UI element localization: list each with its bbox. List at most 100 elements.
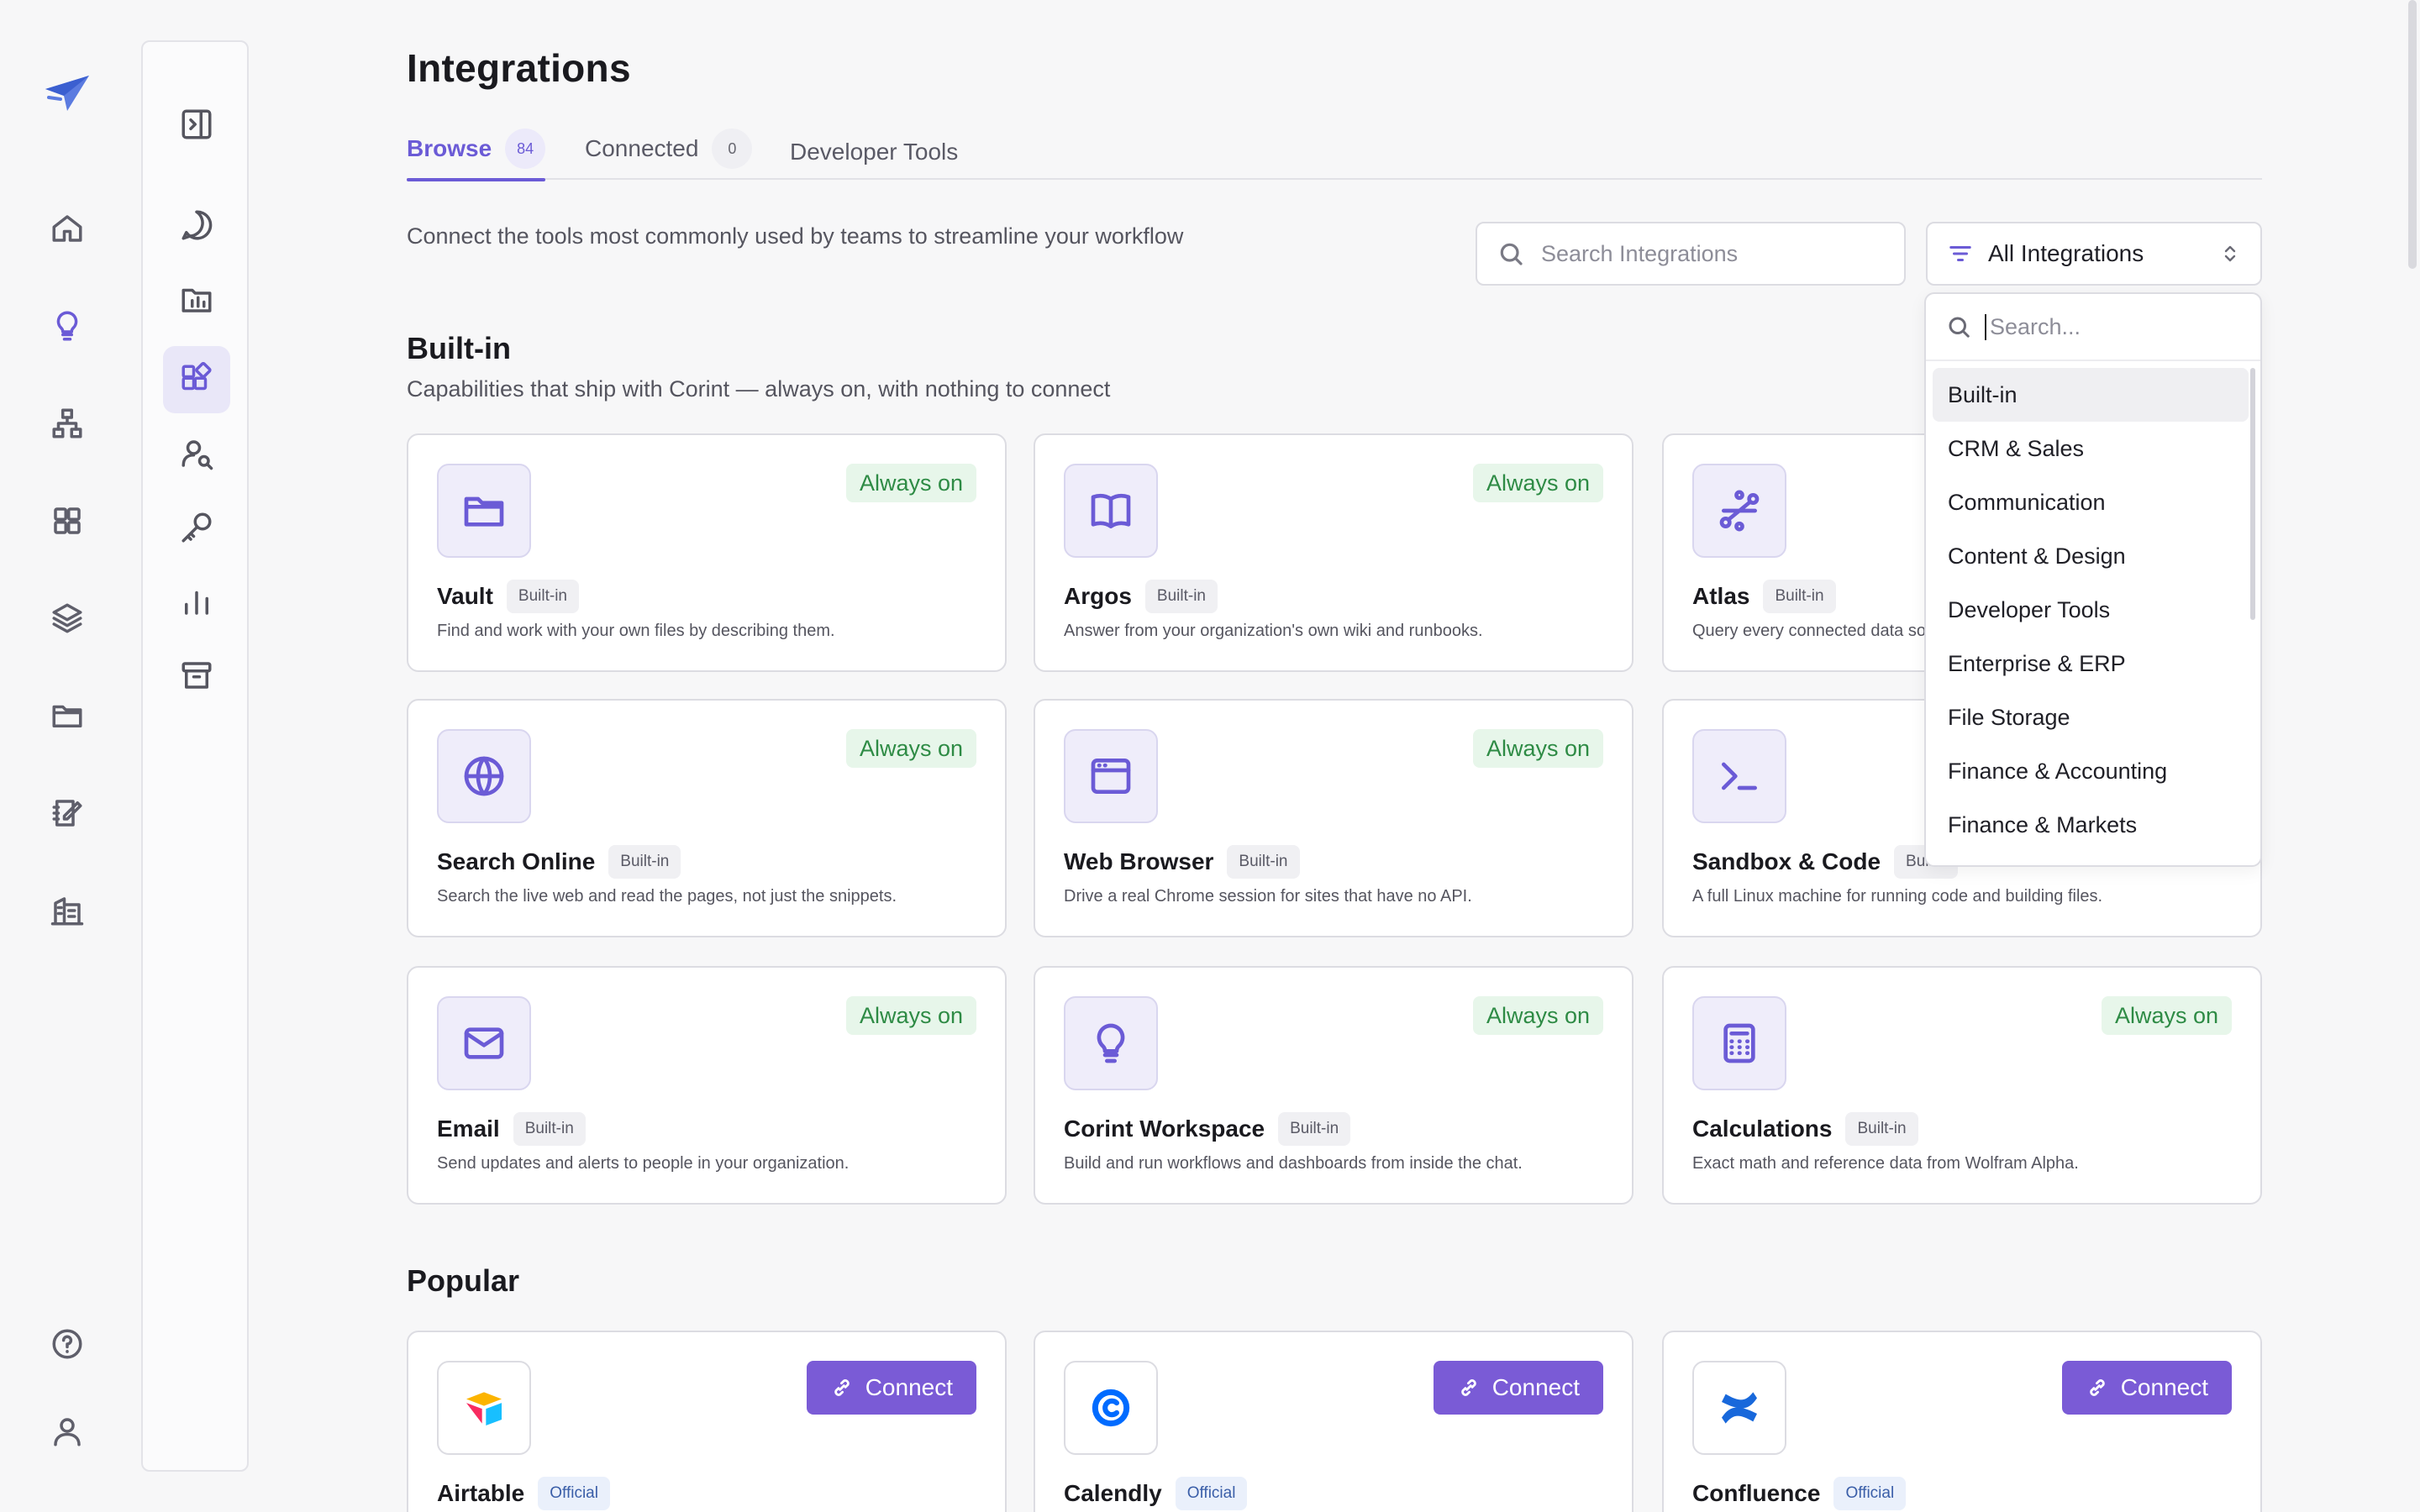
integration-description: Search the live web and read the pages, … — [437, 887, 897, 906]
lightbulb-icon[interactable] — [44, 302, 91, 349]
integration-card-web-browser[interactable]: Always on Web Browser Built-in Drive a re… — [1034, 699, 1634, 937]
dropdown-option[interactable]: CRM & Sales — [1933, 422, 2249, 475]
airtable-logo-icon — [437, 1361, 531, 1455]
integration-card-argos[interactable]: Always on Argos Built-in Answer from your… — [1034, 433, 1634, 672]
terminal-icon — [1692, 729, 1786, 823]
integration-description: Drive a real Chrome session for sites th… — [1064, 887, 1472, 906]
integration-description: Build and run workflows and dashboards f… — [1064, 1154, 1523, 1173]
search-integrations[interactable] — [1476, 222, 1906, 286]
link-icon — [830, 1376, 854, 1399]
app-logo-icon[interactable] — [42, 72, 92, 114]
builtin-tag: Built-in — [506, 580, 579, 613]
book-open-icon — [1064, 464, 1158, 558]
search-icon — [1497, 240, 1524, 267]
user-search-icon[interactable] — [163, 420, 230, 487]
dropdown-option[interactable]: Finance & Markets — [1933, 798, 2249, 852]
globe-icon — [437, 729, 531, 823]
tab-browse[interactable]: Browse 84 — [407, 118, 546, 181]
builtin-section-subtitle: Capabilities that ship with Corint — alw… — [407, 376, 1111, 402]
integration-card-email[interactable]: Always on Email Built-in Send updates and… — [407, 966, 1007, 1205]
integration-name: Confluence — [1692, 1480, 1821, 1506]
builtin-tag: Built-in — [513, 1112, 586, 1146]
calculator-icon — [1692, 996, 1786, 1090]
search-input[interactable] — [1541, 240, 1894, 267]
dropdown-scrollbar[interactable] — [2250, 368, 2255, 620]
integration-name: Calendly — [1064, 1480, 1162, 1506]
mail-icon — [437, 996, 531, 1090]
always-on-badge: Always on — [845, 464, 976, 502]
browser-window-icon — [1064, 729, 1158, 823]
collapse-panel-icon[interactable] — [163, 91, 230, 158]
integration-name: Search Online — [437, 848, 596, 874]
tab-connected-label: Connected — [585, 135, 699, 161]
notebook-edit-icon[interactable] — [44, 790, 91, 837]
category-dropdown-menu: Built-in CRM & Sales Communication Conte… — [1924, 292, 2262, 867]
org-chart-icon[interactable] — [44, 400, 91, 447]
tab-bar: Browse 84 Connected 0 Developer Tools — [407, 118, 2262, 183]
dropdown-option[interactable]: Developer Tools — [1933, 583, 2249, 637]
dropdown-options: Built-in CRM & Sales Communication Conte… — [1933, 368, 2249, 852]
folder-icon — [437, 464, 531, 558]
integration-name: Argos — [1064, 583, 1132, 609]
confluence-logo-icon — [1692, 1361, 1786, 1455]
building-icon[interactable] — [44, 887, 91, 934]
category-filter-select[interactable]: All Integrations — [1926, 222, 2262, 286]
integration-name: Web Browser — [1064, 848, 1214, 874]
integration-card-calendly[interactable]: Connect Calendly Official — [1034, 1331, 1634, 1512]
dropdown-option[interactable]: Content & Design — [1933, 529, 2249, 583]
tab-connected[interactable]: Connected 0 — [585, 118, 753, 180]
page-scrollbar[interactable] — [2408, 0, 2417, 269]
integration-name: Calculations — [1692, 1116, 1833, 1142]
integrations-icon[interactable] — [163, 346, 230, 413]
folder-icon[interactable] — [44, 692, 91, 739]
integration-card-corint-workspace[interactable]: Always on Corint Workspace Built-in Build… — [1034, 966, 1634, 1205]
link-icon — [1457, 1376, 1481, 1399]
graph-route-icon — [1692, 464, 1786, 558]
integration-card-confluence[interactable]: Connect Confluence Official — [1662, 1331, 2262, 1512]
official-tag: Official — [1175, 1477, 1248, 1510]
always-on-badge: Always on — [845, 729, 976, 768]
integration-card-vault[interactable]: Always on Vault Built-in Find and work wi… — [407, 433, 1007, 672]
help-icon[interactable] — [44, 1320, 91, 1368]
connect-button[interactable]: Connect — [1433, 1361, 1603, 1415]
dropdown-option[interactable]: Communication — [1933, 475, 2249, 529]
dropdown-search[interactable] — [1926, 294, 2260, 361]
builtin-tag: Built-in — [1227, 845, 1300, 879]
secondary-nav-panel — [141, 40, 249, 1472]
page-title: Integrations — [407, 46, 631, 90]
link-icon — [2086, 1376, 2109, 1399]
dropdown-option[interactable]: Enterprise & ERP — [1933, 637, 2249, 690]
integration-name: Airtable — [437, 1480, 525, 1506]
page-description: Connect the tools most commonly used by … — [407, 223, 1184, 249]
connect-button[interactable]: Connect — [2061, 1361, 2232, 1415]
integration-card-search-online[interactable]: Always on Search Online Built-in Search t… — [407, 699, 1007, 937]
always-on-badge: Always on — [845, 996, 976, 1035]
app-rail — [0, 0, 134, 1512]
dropdown-search-input[interactable] — [1985, 313, 2237, 340]
integration-description: Exact math and reference data from Wolfr… — [1692, 1154, 2079, 1173]
integration-card-airtable[interactable]: Connect Airtable Official — [407, 1331, 1007, 1512]
home-icon[interactable] — [44, 205, 91, 252]
integration-name: Atlas — [1692, 583, 1750, 609]
official-tag: Official — [1833, 1477, 1907, 1510]
dropdown-option[interactable]: Finance & Accounting — [1933, 744, 2249, 798]
folder-chart-icon[interactable] — [163, 265, 230, 333]
chat-bubble-icon[interactable] — [163, 192, 230, 259]
connect-button[interactable]: Connect — [806, 1361, 976, 1415]
bar-chart-icon[interactable] — [163, 568, 230, 635]
tab-developer-tools[interactable]: Developer Tools — [790, 121, 958, 183]
official-tag: Official — [538, 1477, 610, 1510]
grid-icon[interactable] — [44, 497, 91, 544]
dropdown-option[interactable]: Built-in — [1933, 368, 2249, 422]
builtin-tag: Built-in — [1278, 1112, 1351, 1146]
key-icon[interactable] — [163, 494, 230, 561]
layers-icon[interactable] — [44, 595, 91, 642]
integration-name: Email — [437, 1116, 500, 1142]
dropdown-option[interactable]: File Storage — [1933, 690, 2249, 744]
integration-name: Vault — [437, 583, 493, 609]
archive-icon[interactable] — [163, 642, 230, 709]
tab-browse-count: 84 — [505, 129, 546, 169]
popular-section-title: Popular — [407, 1263, 520, 1298]
integration-card-calculations[interactable]: Always on Calculations Built-in Exact mat… — [1662, 966, 2262, 1205]
user-profile-icon[interactable] — [44, 1408, 91, 1455]
